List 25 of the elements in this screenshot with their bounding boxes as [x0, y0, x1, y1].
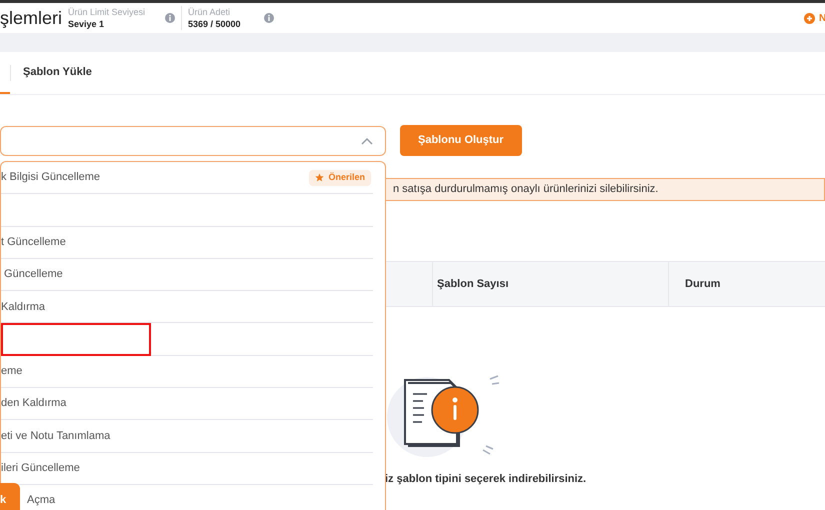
empty-state-message: iz şablon tipini seçerek indirebilirsiniz.: [385, 472, 586, 487]
plus-icon[interactable]: [804, 12, 815, 24]
dropdown-item[interactable]: t Güncelleme: [1, 234, 66, 250]
column-header: Şablon Sayısı: [433, 262, 669, 306]
dropdown-item[interactable]: eme: [1, 363, 22, 380]
dropdown-item[interactable]: k Bilgisi Güncelleme: [1, 169, 100, 186]
column-header: Durum: [684, 276, 722, 292]
stat-value: Seviye 1: [68, 18, 106, 30]
dropdown-item[interactable]: Açma: [27, 492, 56, 509]
dropdown-item[interactable]: Kaldırma: [1, 298, 46, 316]
dropdown-item[interactable]: den Kaldırma: [1, 395, 66, 412]
template-select[interactable]: [0, 126, 386, 156]
stat-value: 5369 / 50000: [188, 18, 242, 30]
star-icon: [315, 173, 324, 182]
stat-label: Ürün Limit Seviyesi: [68, 6, 146, 18]
dropdown-item[interactable]: eti ve Notu Tanımlama: [1, 428, 110, 444]
badge-label: Önerilen: [328, 170, 365, 184]
tab[interactable]: Şablon Yükle: [11, 52, 104, 94]
page-title: şlemleri: [0, 6, 62, 30]
dropdown-item[interactable]: Güncelleme: [1, 266, 63, 283]
info-icon[interactable]: [165, 13, 176, 23]
info-icon[interactable]: [264, 13, 274, 23]
stat-label: Ürün Adeti: [188, 6, 232, 18]
alert-bar: n satışa durdurulmamış onaylı ürünlerinizi silebilirsiniz.: [385, 178, 825, 201]
dropdown-item[interactable]: ileri Güncelleme: [1, 460, 80, 477]
